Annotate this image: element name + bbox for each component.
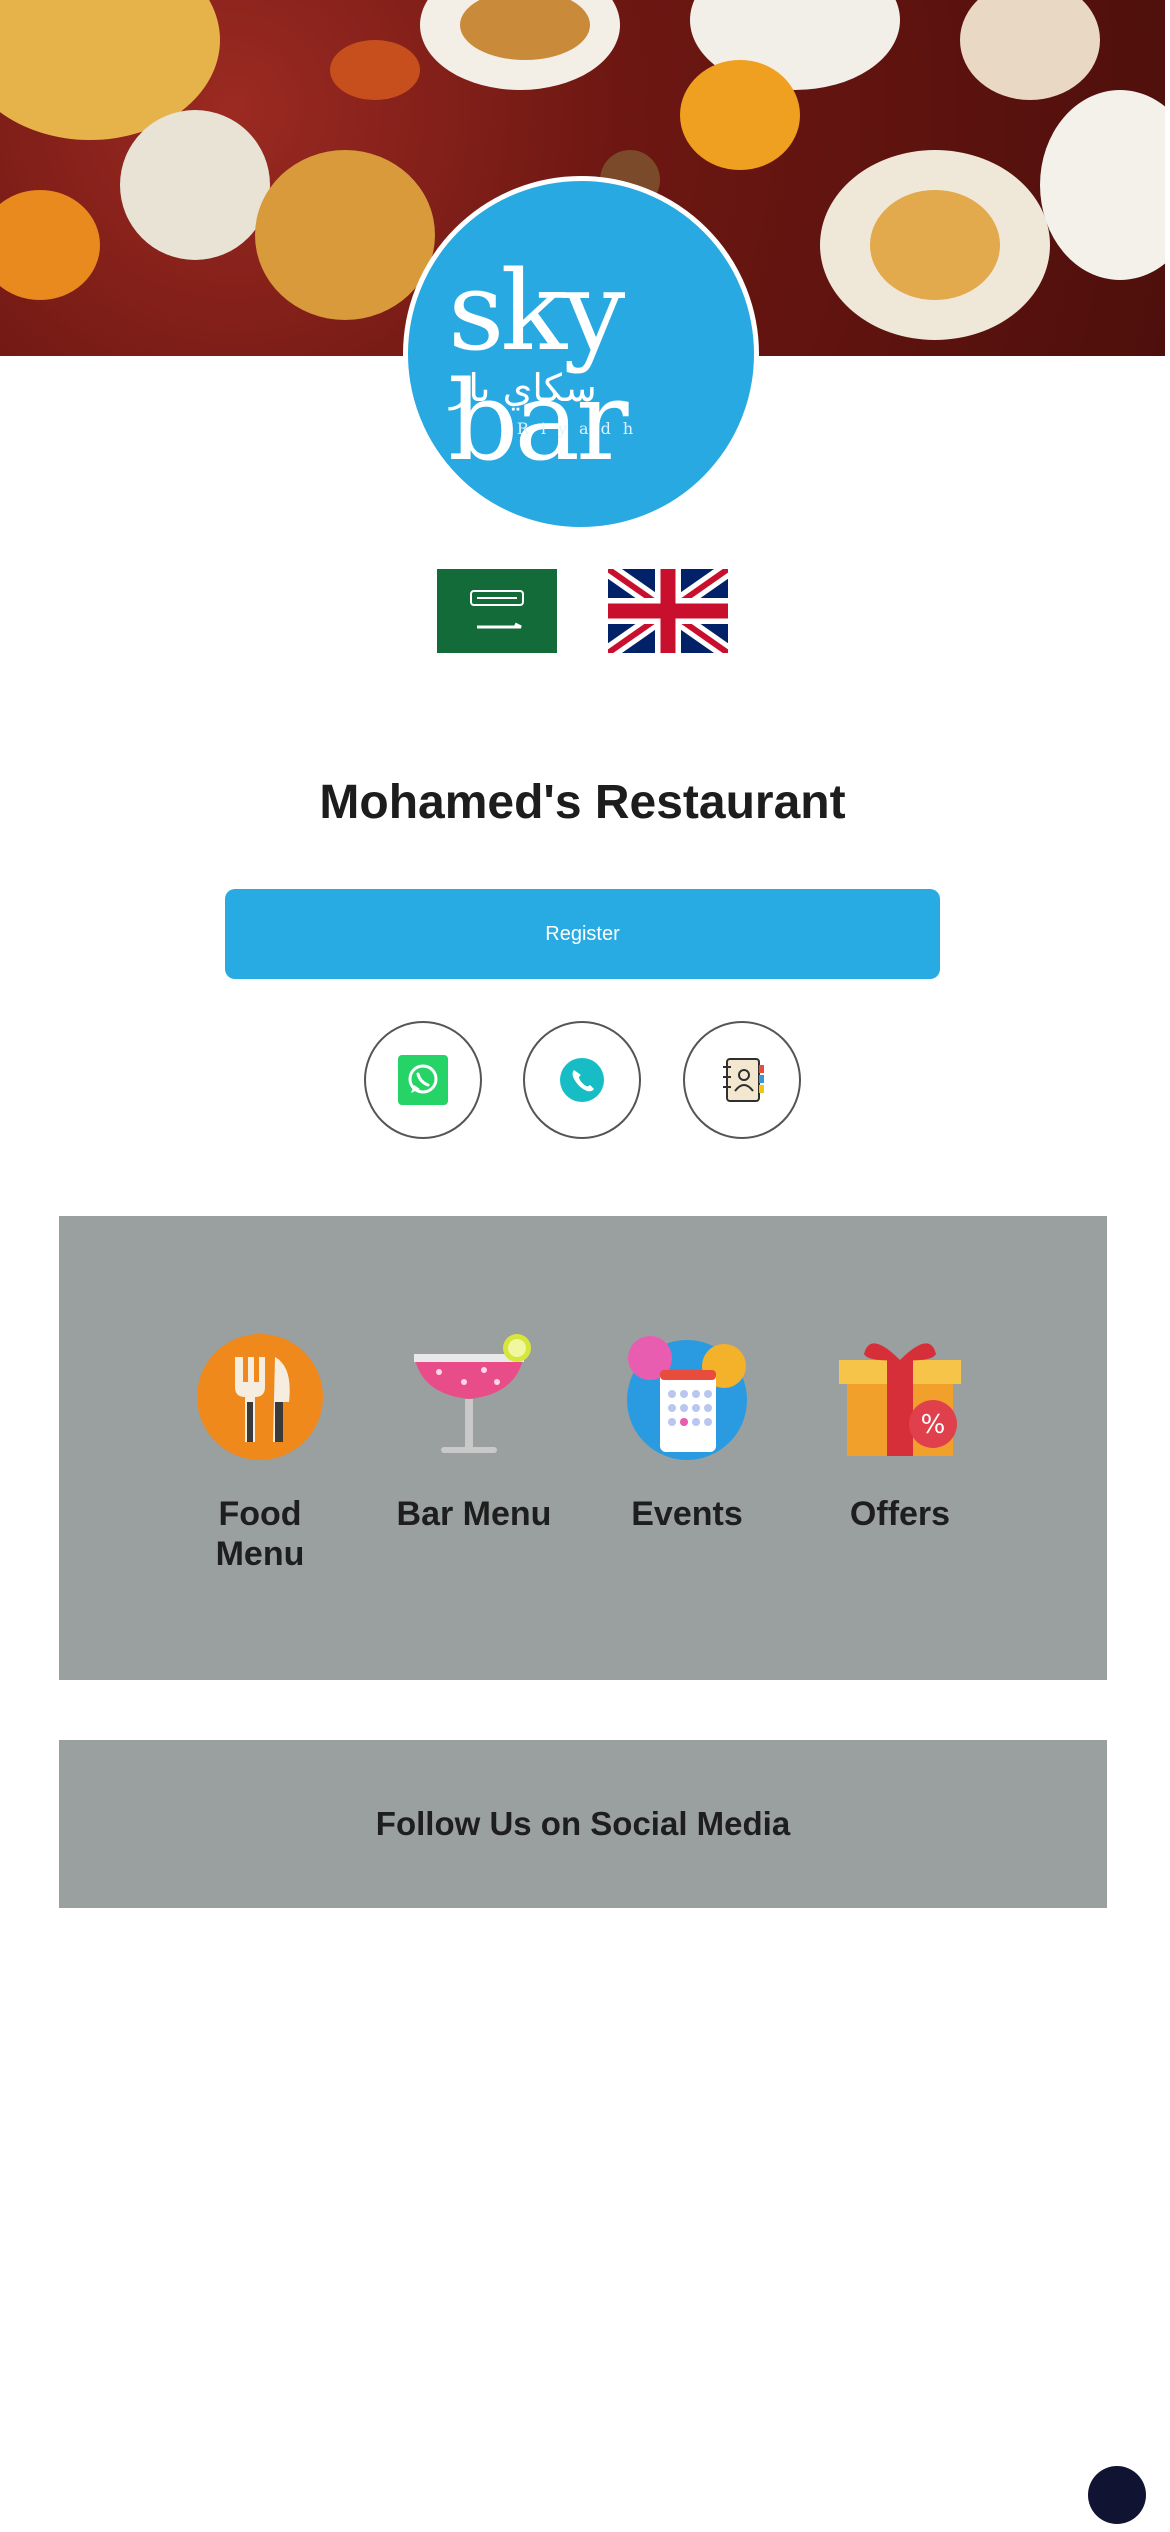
cocktail-icon bbox=[414, 1334, 531, 1453]
svg-text:%: % bbox=[921, 1410, 946, 1440]
contacts-book-icon bbox=[723, 1058, 764, 1102]
restaurant-title: Mohamed's Restaurant bbox=[319, 776, 846, 829]
logo-city-text: Riyadh bbox=[516, 419, 646, 438]
category-label: Food Menu bbox=[215, 1495, 305, 1573]
whatsapp-icon bbox=[398, 1055, 448, 1105]
category-offers[interactable]: % Offers bbox=[815, 1332, 985, 1534]
register-button[interactable]: Register bbox=[225, 889, 940, 979]
fork-knife-icon bbox=[197, 1334, 323, 1460]
brand-logo: sky bar سكاي بار Riyadh bbox=[403, 176, 759, 532]
category-food-menu[interactable]: Food Menu bbox=[175, 1332, 345, 1574]
logo-arabic-text: سكاي بار bbox=[450, 366, 597, 410]
language-arabic-button[interactable] bbox=[437, 569, 557, 653]
calendar-balloons-icon bbox=[627, 1336, 747, 1460]
category-events[interactable]: Events bbox=[602, 1332, 772, 1534]
social-media-panel: Follow Us on Social Media bbox=[59, 1740, 1107, 1908]
floating-action-button[interactable] bbox=[1088, 2466, 1146, 2524]
contacts-button[interactable] bbox=[683, 1021, 801, 1139]
category-label: Offers bbox=[849, 1495, 951, 1533]
language-english-button[interactable] bbox=[608, 569, 728, 653]
call-button[interactable] bbox=[523, 1021, 641, 1139]
category-label: Bar Menu bbox=[396, 1495, 552, 1533]
category-bar-menu[interactable]: Bar Menu bbox=[389, 1332, 559, 1534]
gift-percent-icon: % bbox=[839, 1343, 961, 1456]
social-title: Follow Us on Social Media bbox=[375, 1805, 791, 1842]
saudi-flag-icon bbox=[437, 569, 557, 653]
whatsapp-button[interactable] bbox=[364, 1021, 482, 1139]
menu-categories-panel: Food Menu Bar Menu Events % Offers bbox=[59, 1216, 1107, 1680]
phone-icon bbox=[560, 1058, 604, 1102]
category-label: Events bbox=[631, 1495, 743, 1533]
uk-flag-icon bbox=[608, 569, 728, 653]
